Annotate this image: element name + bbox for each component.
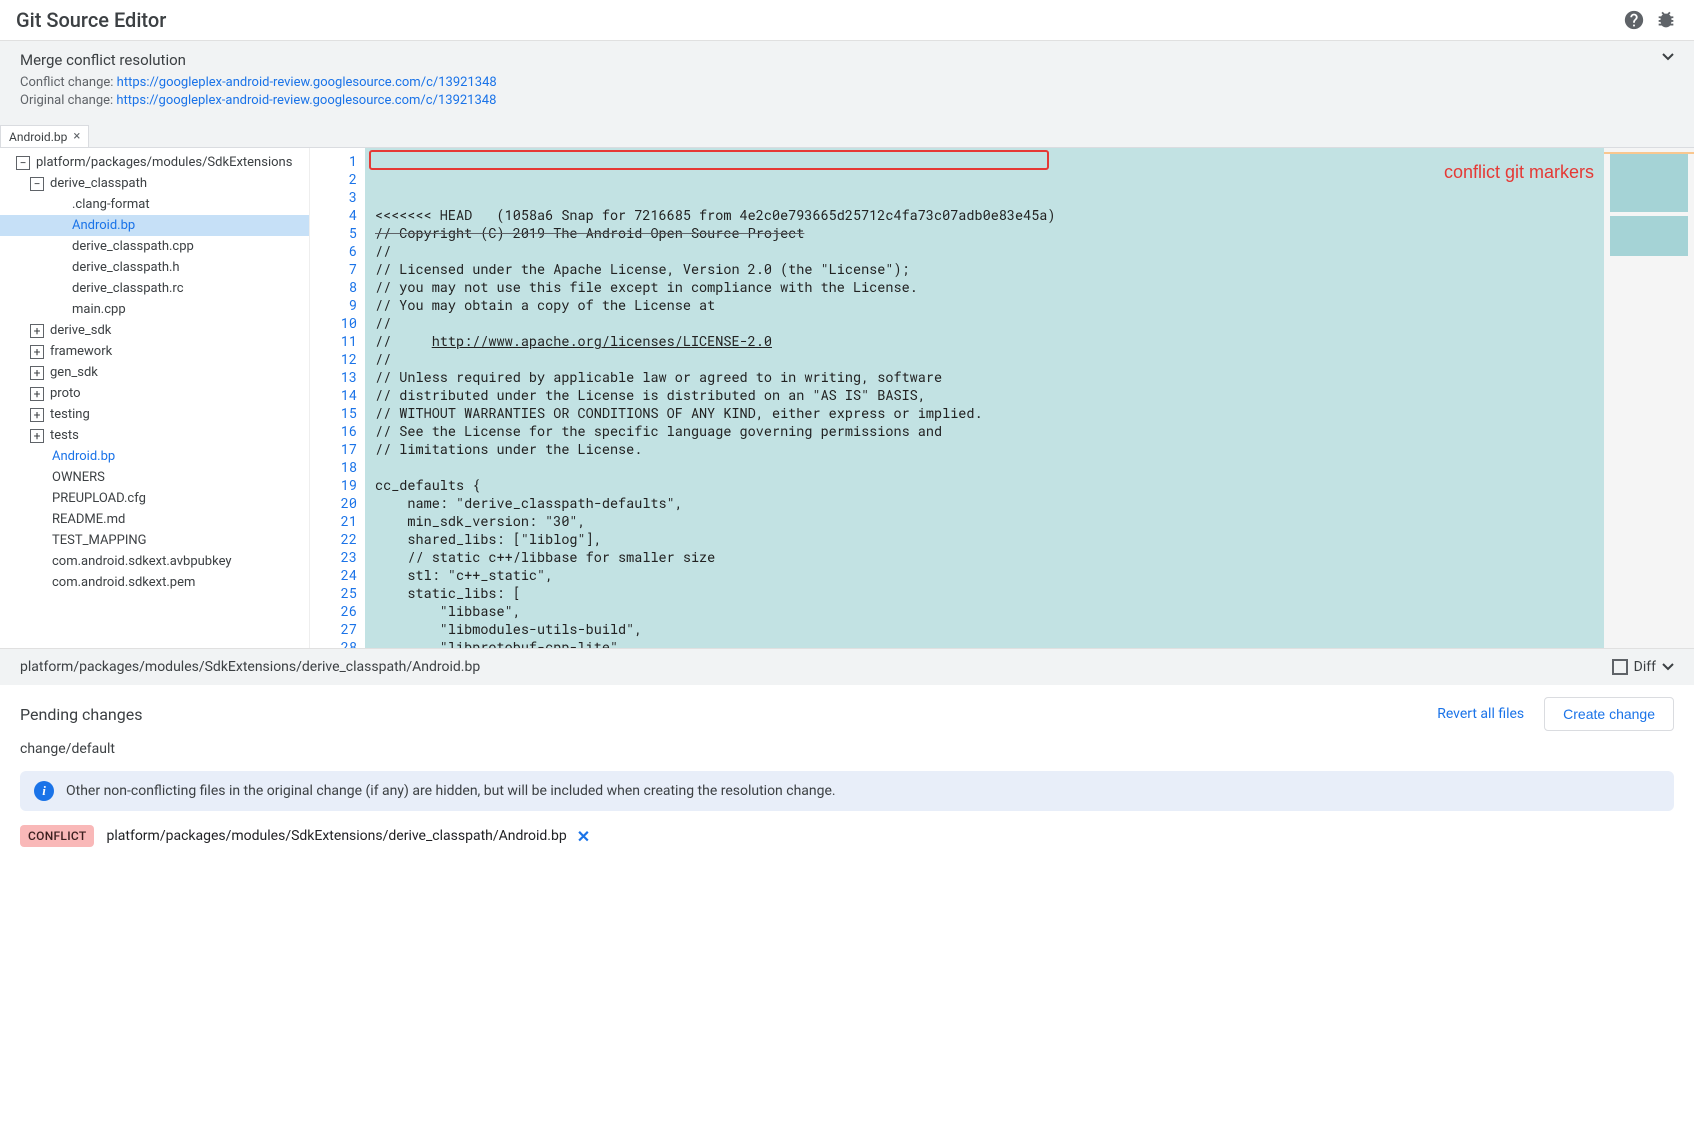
app-header: Git Source Editor [0,0,1694,41]
tree-file[interactable]: derive_classpath.h [0,257,309,278]
merge-conflict-subheader: Merge conflict resolution Conflict chang… [0,41,1694,123]
tab-android-bp[interactable]: Android.bp × [0,125,89,147]
pending-title: Pending changes [20,705,1437,724]
code-line[interactable]: // [365,350,1604,368]
plus-icon[interactable]: + [30,324,44,338]
tree-folder[interactable]: +framework [0,341,309,362]
create-change-button[interactable]: Create change [1544,697,1674,731]
remove-icon[interactable]: ✕ [577,827,590,846]
code-line[interactable]: // Licensed under the Apache License, Ve… [365,260,1604,278]
info-banner: i Other non-conflicting files in the ori… [20,771,1674,811]
plus-icon[interactable]: + [30,408,44,422]
code-line[interactable]: // [365,314,1604,332]
diff-label: Diff [1634,659,1656,675]
original-change-link[interactable]: https://googleplex-android-review.google… [116,93,496,108]
info-icon: i [34,781,54,801]
tree-folder[interactable]: +derive_sdk [0,320,309,341]
code-line[interactable]: // [365,242,1604,260]
code-line[interactable]: // you may not use this file except in c… [365,278,1604,296]
tree-file[interactable]: main.cpp [0,299,309,320]
pending-changes-panel: Pending changes Revert all files Create … [0,685,1694,859]
revert-all-link[interactable]: Revert all files [1437,706,1524,722]
tree-folder[interactable]: +testing [0,404,309,425]
code-line[interactable]: <<<<<<< HEAD (1058a6 Snap for 7216685 fr… [365,206,1604,224]
conflict-file-row: CONFLICT platform/packages/modules/SdkEx… [20,825,1674,847]
line-gutter: 1234567891011121314151617181920212223242… [310,148,365,648]
app-title: Git Source Editor [16,8,1614,32]
conflict-badge: CONFLICT [20,825,94,847]
code-line[interactable]: cc_defaults { [365,476,1604,494]
file-tree[interactable]: −platform/packages/modules/SdkExtensions… [0,148,310,648]
conflict-change-link[interactable]: https://googleplex-android-review.google… [117,75,497,90]
plus-icon[interactable]: + [30,387,44,401]
code-line[interactable]: // Copyright (C) 2019 The Android Open S… [365,224,1604,242]
code-line[interactable]: // See the License for the specific lang… [365,422,1604,440]
original-change-row: Original change: https://googleplex-andr… [20,93,1674,108]
tree-root[interactable]: −platform/packages/modules/SdkExtensions [0,152,309,173]
subheader-title: Merge conflict resolution [20,51,1674,69]
collapse-icon[interactable] [1662,53,1674,61]
code-line[interactable] [365,458,1604,476]
tree-folder-derive-classpath[interactable]: −derive_classpath [0,173,309,194]
code-editor[interactable]: 1234567891011121314151617181920212223242… [310,148,1694,648]
tab-bar: Android.bp × [0,123,1694,148]
plus-icon[interactable]: + [30,429,44,443]
conflict-marker-highlight [369,150,1049,170]
tree-file-android-bp-root[interactable]: Android.bp [0,446,309,467]
tree-file[interactable]: PREUPLOAD.cfg [0,488,309,509]
code-line[interactable]: // static c++/libbase for smaller size [365,548,1604,566]
plus-icon[interactable]: + [30,366,44,380]
branch-name: change/default [20,741,1674,757]
conflict-change-row: Conflict change: https://googleplex-andr… [20,75,1674,90]
plus-icon[interactable]: + [30,345,44,359]
code-line[interactable]: min_sdk_version: "30", [365,512,1604,530]
code-line[interactable]: // Unless required by applicable law or … [365,368,1604,386]
code-line[interactable]: static_libs: [ [365,584,1604,602]
code-line[interactable]: // http://www.apache.org/licenses/LICENS… [365,332,1604,350]
tree-file[interactable]: OWNERS [0,467,309,488]
code-line[interactable]: shared_libs: ["liblog"], [365,530,1604,548]
tree-file[interactable]: com.android.sdkext.avbpubkey [0,551,309,572]
code-area[interactable]: <<<<<<< HEAD (1058a6 Snap for 7216685 fr… [365,148,1604,648]
file-path: platform/packages/modules/SdkExtensions/… [20,659,480,675]
code-line[interactable]: // limitations under the License. [365,440,1604,458]
annotation-label: conflict git markers [1444,162,1594,183]
code-line[interactable]: "libprotobuf-cpp-lite", [365,638,1604,648]
tree-file[interactable]: derive_classpath.rc [0,278,309,299]
conflict-file-path: platform/packages/modules/SdkExtensions/… [106,828,566,844]
bug-icon[interactable] [1654,8,1678,32]
tree-folder[interactable]: +gen_sdk [0,362,309,383]
tree-file-android-bp[interactable]: Android.bp [0,215,309,236]
main-panel: −platform/packages/modules/SdkExtensions… [0,148,1694,648]
minus-icon[interactable]: − [30,177,44,191]
minus-icon[interactable]: − [16,156,30,170]
minimap[interactable] [1604,148,1694,648]
help-icon[interactable] [1622,8,1646,32]
code-line[interactable]: name: "derive_classpath-defaults", [365,494,1604,512]
code-line[interactable]: "libbase", [365,602,1604,620]
tree-file[interactable]: TEST_MAPPING [0,530,309,551]
close-icon[interactable]: × [73,129,80,144]
code-line[interactable]: // distributed under the License is dist… [365,386,1604,404]
path-bar: platform/packages/modules/SdkExtensions/… [0,648,1694,685]
tree-folder[interactable]: +proto [0,383,309,404]
tree-file[interactable]: README.md [0,509,309,530]
diff-checkbox[interactable] [1612,659,1628,675]
tree-folder[interactable]: +tests [0,425,309,446]
tree-file[interactable]: com.android.sdkext.pem [0,572,309,593]
chevron-down-icon[interactable] [1662,663,1674,671]
tree-file[interactable]: .clang-format [0,194,309,215]
code-line[interactable]: // You may obtain a copy of the License … [365,296,1604,314]
tree-file[interactable]: derive_classpath.cpp [0,236,309,257]
code-line[interactable]: stl: "c++_static", [365,566,1604,584]
code-line[interactable]: // WITHOUT WARRANTIES OR CONDITIONS OF A… [365,404,1604,422]
code-line[interactable]: "libmodules-utils-build", [365,620,1604,638]
